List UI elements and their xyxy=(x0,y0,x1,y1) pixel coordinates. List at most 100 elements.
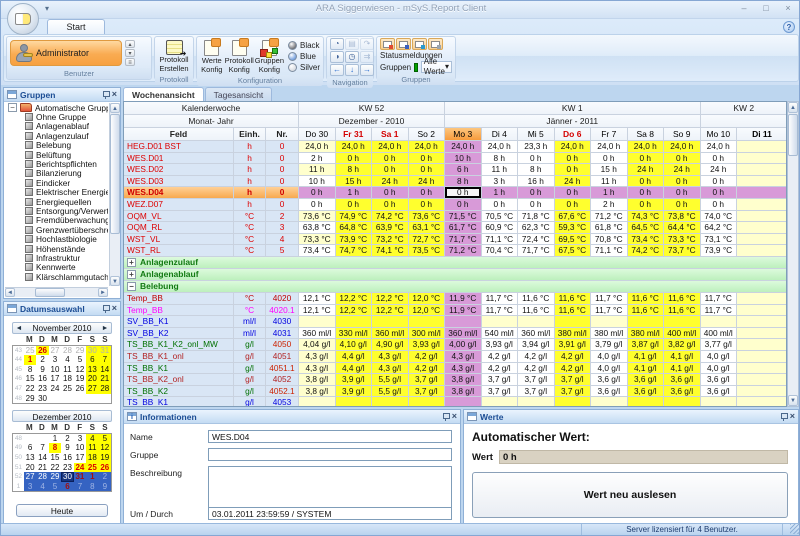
value-cell[interactable]: 73,7 °C xyxy=(664,245,701,257)
focused-cell[interactable]: 0 h xyxy=(445,187,482,199)
value-cell[interactable]: 5,5 g/l xyxy=(372,386,409,398)
protokoll-erstellen-button[interactable]: Protokoll Erstellen xyxy=(158,38,190,73)
value-cell[interactable]: 0 h xyxy=(409,153,446,165)
value-cell[interactable]: 59,3 °C xyxy=(555,222,592,234)
pin-icon[interactable] xyxy=(442,412,449,421)
value-cell[interactable]: 11 h xyxy=(591,176,628,188)
tree-item[interactable]: Kennwerte xyxy=(5,263,108,272)
value-cell[interactable]: 4,2 g/l xyxy=(555,351,592,363)
value-cell[interactable]: 61,7 °C xyxy=(445,222,482,234)
value-cell[interactable] xyxy=(737,397,787,407)
value-cell[interactable] xyxy=(737,374,787,386)
value-cell[interactable]: 0 h xyxy=(701,153,738,165)
wert-neu-auslesen-button[interactable]: Wert neu auslesen xyxy=(472,472,788,518)
calendar-day[interactable]: 17 xyxy=(74,453,86,463)
value-cell[interactable]: 11,6 °C xyxy=(664,293,701,305)
nav-right-icon[interactable]: → xyxy=(360,64,374,76)
value-cell[interactable]: 11 h xyxy=(299,164,336,176)
value-cell[interactable]: 72,7 °C xyxy=(409,234,446,246)
value-cell[interactable]: 12,2 °C xyxy=(372,293,409,305)
value-cell[interactable]: 24 h xyxy=(555,176,592,188)
value-cell[interactable]: 10 h xyxy=(299,176,336,188)
value-cell[interactable]: 3,8 g/l xyxy=(299,386,336,398)
calendar-day[interactable]: 9 xyxy=(36,365,48,375)
value-cell[interactable]: 24,0 h xyxy=(591,141,628,153)
value-cell[interactable]: 4,2 g/l xyxy=(409,363,446,375)
scroll-up-icon[interactable]: ▲ xyxy=(110,103,120,113)
value-cell[interactable]: 24 h xyxy=(628,164,665,176)
value-cell[interactable]: 400 ml/l xyxy=(701,328,738,340)
calendar-day[interactable]: 7 xyxy=(99,355,111,365)
tree-item[interactable]: Bilanzierung xyxy=(5,169,108,178)
value-cell[interactable]: 73,8 °C xyxy=(664,211,701,223)
value-cell[interactable]: 360 ml/l xyxy=(372,328,409,340)
value-cell[interactable]: 0 h xyxy=(409,187,446,199)
value-cell[interactable]: 3,6 g/l xyxy=(628,386,665,398)
calendar-day[interactable]: 10 xyxy=(74,443,86,453)
help-icon[interactable]: ? xyxy=(783,21,795,33)
value-cell[interactable] xyxy=(737,245,787,257)
value-cell[interactable]: 74,7 °C xyxy=(336,245,373,257)
value-cell[interactable]: 24,0 h xyxy=(445,141,482,153)
value-cell[interactable]: 63,8 °C xyxy=(299,222,336,234)
value-cell[interactable]: 4,4 g/l xyxy=(336,351,373,363)
value-cell[interactable] xyxy=(737,386,787,398)
value-cell[interactable]: 3,6 g/l xyxy=(591,374,628,386)
value-cell[interactable]: 4,00 g/l xyxy=(445,339,482,351)
value-cell[interactable]: 8 h xyxy=(482,153,519,165)
calendar-day[interactable]: 12 xyxy=(74,365,86,375)
tab-wochenansicht[interactable]: Wochenansicht xyxy=(123,87,204,101)
calendar-day[interactable]: 3 xyxy=(74,434,86,444)
value-cell[interactable] xyxy=(737,199,787,211)
value-cell[interactable]: 3,93 g/l xyxy=(409,339,446,351)
tree-item[interactable]: Elektrischer Energieverb xyxy=(5,188,108,197)
nav-prev-period-icon[interactable]: ◔ xyxy=(330,38,344,50)
group-row[interactable]: −Belebung xyxy=(124,281,787,293)
value-cell[interactable]: 0 h xyxy=(445,199,482,211)
collapse-icon[interactable]: − xyxy=(127,282,136,291)
value-cell[interactable]: 73,6 °C xyxy=(299,211,336,223)
calendar-day[interactable]: 26 xyxy=(74,384,86,394)
group-row[interactable]: +Anlagenablauf xyxy=(124,269,787,281)
value-cell[interactable]: 4,0 g/l xyxy=(701,363,738,375)
value-cell[interactable] xyxy=(737,363,787,375)
minimize-button[interactable]: – xyxy=(737,3,751,13)
value-cell[interactable]: 3,8 g/l xyxy=(445,386,482,398)
value-cell[interactable] xyxy=(591,316,628,328)
value-cell[interactable]: 73,9 °C xyxy=(701,245,738,257)
value-cell[interactable]: 61,8 °C xyxy=(591,222,628,234)
value-cell[interactable]: 24,0 h xyxy=(628,141,665,153)
tab-tagesansicht[interactable]: Tagesansicht xyxy=(205,87,273,101)
value-cell[interactable]: 11,7 °C xyxy=(701,305,738,317)
value-cell[interactable]: 63,9 °C xyxy=(372,222,409,234)
expand-icon[interactable]: + xyxy=(127,270,136,279)
field-name-cell[interactable]: SV_BB_K2 xyxy=(124,328,234,340)
scroll-left-icon[interactable]: ◄ xyxy=(5,288,15,297)
tree-item[interactable]: Fremdüberwachung xyxy=(5,216,108,225)
day-column-header[interactable]: So 9 xyxy=(664,128,701,141)
close-icon[interactable]: × xyxy=(112,90,117,99)
value-cell[interactable] xyxy=(336,397,373,407)
calendar-day[interactable]: 26 xyxy=(36,346,48,356)
value-cell[interactable]: 0 h xyxy=(628,153,665,165)
collapse-icon[interactable]: − xyxy=(8,103,17,112)
value-cell[interactable]: 4,04 g/l xyxy=(299,339,336,351)
value-cell[interactable]: 330 ml/l xyxy=(336,328,373,340)
calendar-day[interactable]: 30 xyxy=(36,394,48,404)
value-cell[interactable]: 0 h xyxy=(299,187,336,199)
calendar-day[interactable]: 14 xyxy=(99,365,111,375)
value-cell[interactable]: 64,2 °C xyxy=(701,222,738,234)
value-cell[interactable]: 10 h xyxy=(445,153,482,165)
value-cell[interactable]: 3,6 g/l xyxy=(664,386,701,398)
value-cell[interactable] xyxy=(701,316,738,328)
value-cell[interactable] xyxy=(409,316,446,328)
value-cell[interactable]: 1 h xyxy=(336,187,373,199)
field-name-cell[interactable]: TS_BB_K1_onl xyxy=(124,351,234,363)
theme-option-blue[interactable]: Blue xyxy=(288,52,320,61)
value-cell[interactable] xyxy=(737,211,787,223)
calendar-day[interactable]: 25 xyxy=(24,346,36,356)
value-cell[interactable]: 11,6 °C xyxy=(518,305,555,317)
scroll-up-icon[interactable]: ▲ xyxy=(788,102,798,113)
calendar-day[interactable]: 18 xyxy=(86,453,98,463)
calendar-day[interactable]: 6 xyxy=(24,443,36,453)
